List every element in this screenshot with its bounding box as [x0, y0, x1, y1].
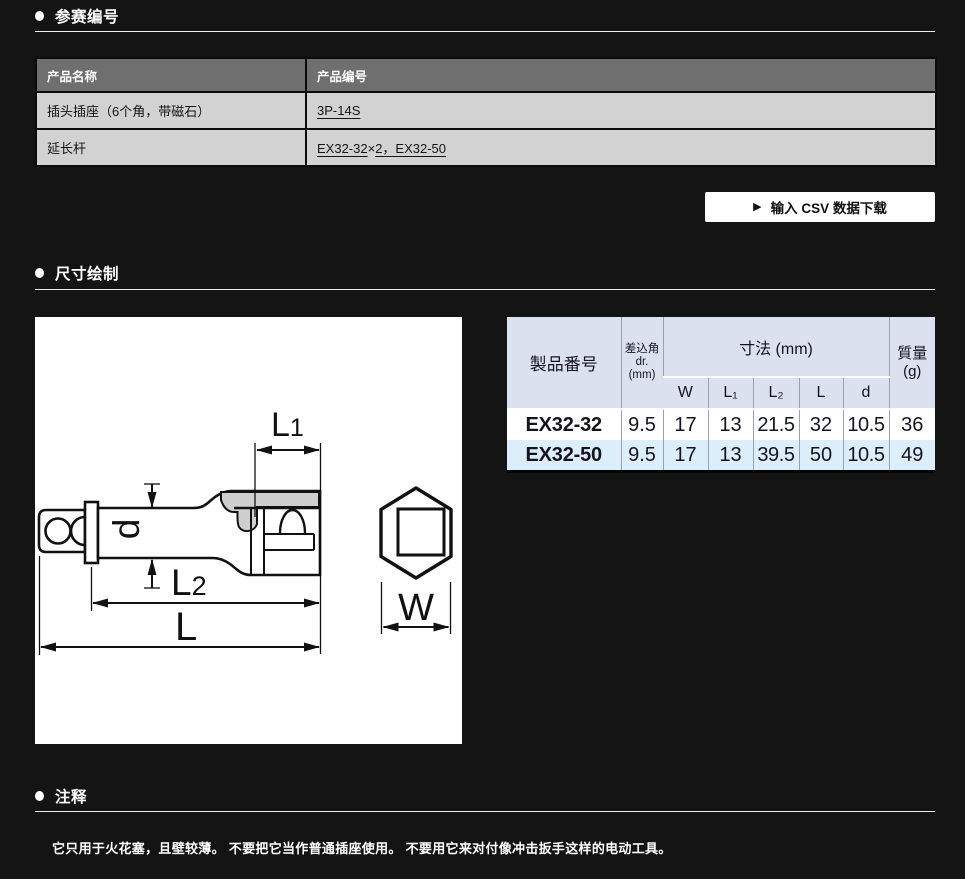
note-text: 它只用于火花塞，且壁较薄。 不要把它当作普通插座使用。 不要用它来对付像冲击扳手… — [52, 838, 932, 857]
notes-section-header: 注释 — [35, 785, 87, 807]
play-triangle-icon: ▶ — [753, 202, 761, 213]
col-header-l: L — [799, 377, 843, 409]
mass-cell: 36 — [889, 409, 935, 440]
spec-header-row: 製品番号 差込角 dr. (mm) 寸法 (mm) 質量 (g) — [507, 317, 935, 377]
d-cell: 10.5 — [843, 409, 889, 440]
section-divider — [35, 289, 935, 290]
product-name-cell: 延长杆 — [36, 129, 306, 166]
section-divider — [35, 811, 935, 812]
section-bullet-icon — [35, 11, 44, 21]
dimensions-group-header: 寸法 (mm) — [663, 317, 889, 377]
d-cell: 10.5 — [843, 440, 889, 472]
section-title: 参赛编号 — [55, 5, 119, 27]
mass-header-line: 質量 — [890, 345, 936, 363]
l1-cell: 13 — [708, 440, 753, 472]
l2-cell: 21.5 — [753, 409, 799, 440]
table-row: 延长杆 EX32-32×2，EX32-50 — [36, 129, 936, 166]
col-header-l1: L₁ — [708, 377, 753, 409]
csv-download-label: 输入 CSV 数据下载 — [771, 197, 887, 217]
mass-header: 質量 (g) — [889, 317, 935, 409]
product-table: 产品名称 产品编号 插头插座（6个角，带磁石） 3P-14S 延长杆 EX32-… — [35, 57, 937, 167]
l-cell: 50 — [799, 440, 843, 472]
drive-header-line: (mm) — [622, 369, 663, 382]
drive-size-header: 差込角 dr. (mm) — [621, 317, 663, 409]
drive-cell: 9.5 — [621, 440, 663, 472]
product-code-cell: EX32-32×2，EX32-50 — [306, 129, 936, 166]
spec-row: EX32-50 9.5 17 13 39.5 50 10.5 49 — [507, 440, 935, 472]
dim-label-w: W — [398, 587, 434, 629]
product-code-link[interactable]: 2，EX32-50 — [375, 141, 446, 156]
drive-header-line: 差込角 — [622, 343, 663, 356]
mass-cell: 49 — [889, 440, 935, 472]
drive-header-line: dr. — [622, 356, 663, 369]
l1-cell: 13 — [708, 409, 753, 440]
model-number-cell: EX32-50 — [507, 440, 621, 472]
col-header-d: d — [843, 377, 889, 409]
product-name-header: 产品名称 — [36, 58, 306, 92]
product-name-cell: 插头插座（6个角，带磁石） — [36, 92, 306, 129]
product-code-link[interactable]: EX32-32 — [317, 141, 368, 156]
table-row: 插头插座（6个角，带磁石） 3P-14S — [36, 92, 936, 129]
mass-header-line: (g) — [890, 363, 936, 381]
w-cell: 17 — [663, 409, 708, 440]
flange — [85, 502, 98, 563]
section-divider — [35, 31, 935, 32]
product-code-link[interactable]: 3P-14S — [317, 103, 360, 118]
spec-row: EX32-32 9.5 17 13 21.5 32 10.5 36 — [507, 409, 935, 440]
extension-bar-drawing-icon: L1 d L2 L W — [35, 317, 462, 744]
dim-label-l1: L1 — [271, 406, 304, 444]
product-code-header: 产品编号 — [306, 58, 936, 92]
dimension-drawing: L1 d L2 L W — [35, 317, 462, 744]
dim-label-d: d — [106, 519, 147, 540]
drive-cell: 9.5 — [621, 409, 663, 440]
dim-label-l2: L2 — [171, 562, 207, 603]
product-code-cell: 3P-14S — [306, 92, 936, 129]
section-bullet-icon — [35, 268, 44, 278]
csv-download-button[interactable]: ▶ 输入 CSV 数据下载 — [705, 192, 935, 222]
section-title: 注释 — [55, 785, 87, 807]
pin-hole-icon — [46, 519, 71, 544]
col-header-l2: L₂ — [753, 377, 799, 409]
model-number-header: 製品番号 — [507, 317, 621, 409]
l-cell: 32 — [799, 409, 843, 440]
dim-label-l: L — [175, 605, 197, 649]
product-table-header-row: 产品名称 产品编号 — [36, 58, 936, 92]
spec-table: 製品番号 差込角 dr. (mm) 寸法 (mm) 質量 (g) W L₁ L₂… — [507, 317, 935, 473]
reference-section-header: 参赛编号 — [35, 5, 119, 27]
dimensions-section-header: 尺寸绘制 — [35, 262, 119, 284]
square-drive-hole-icon — [398, 509, 444, 555]
end-view-hexagon — [381, 488, 451, 578]
section-bullet-icon — [35, 791, 44, 801]
w-cell: 17 — [663, 440, 708, 472]
col-header-w: W — [663, 377, 708, 409]
l2-cell: 39.5 — [753, 440, 799, 472]
model-number-cell: EX32-32 — [507, 409, 621, 440]
section-title: 尺寸绘制 — [55, 262, 119, 284]
